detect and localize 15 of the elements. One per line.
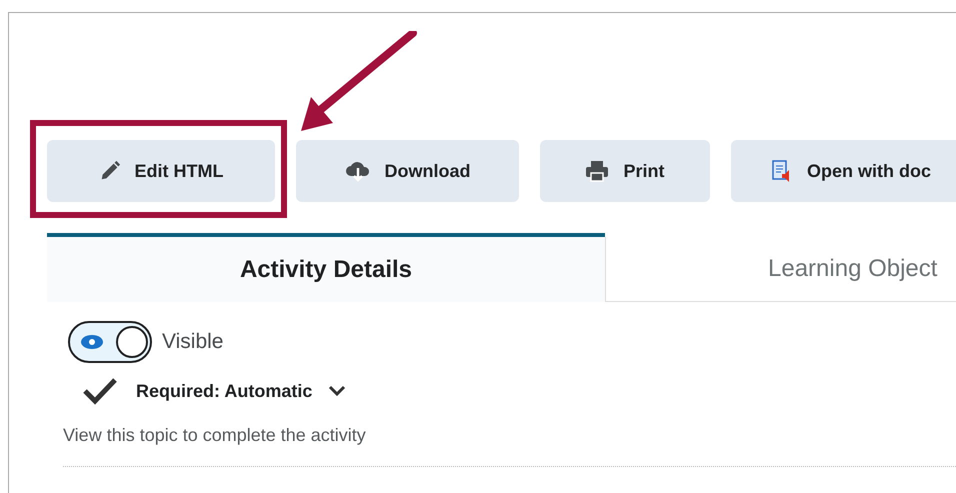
checkmark-icon: [82, 377, 118, 405]
printer-icon: [585, 160, 610, 182]
chevron-down-icon: [328, 385, 346, 397]
completion-dropdown[interactable]: Required: Automatic: [136, 380, 346, 402]
toolbar-button[interactable]: Open with doc: [731, 140, 956, 202]
toggle-label: Visible: [162, 330, 224, 354]
completion-description: View this topic to complete the activity: [63, 425, 367, 446]
tab[interactable]: Activity Details: [47, 233, 605, 302]
eye-icon: [80, 334, 104, 350]
toolbar-button[interactable]: Print: [540, 140, 710, 202]
toolbar-button[interactable]: Edit HTML: [47, 140, 275, 202]
cloud-download-icon: [344, 160, 370, 182]
tab[interactable]: Learning Object: [605, 237, 956, 302]
toolbar-button[interactable]: Download: [296, 140, 519, 202]
visibility-toggle[interactable]: [68, 321, 152, 363]
